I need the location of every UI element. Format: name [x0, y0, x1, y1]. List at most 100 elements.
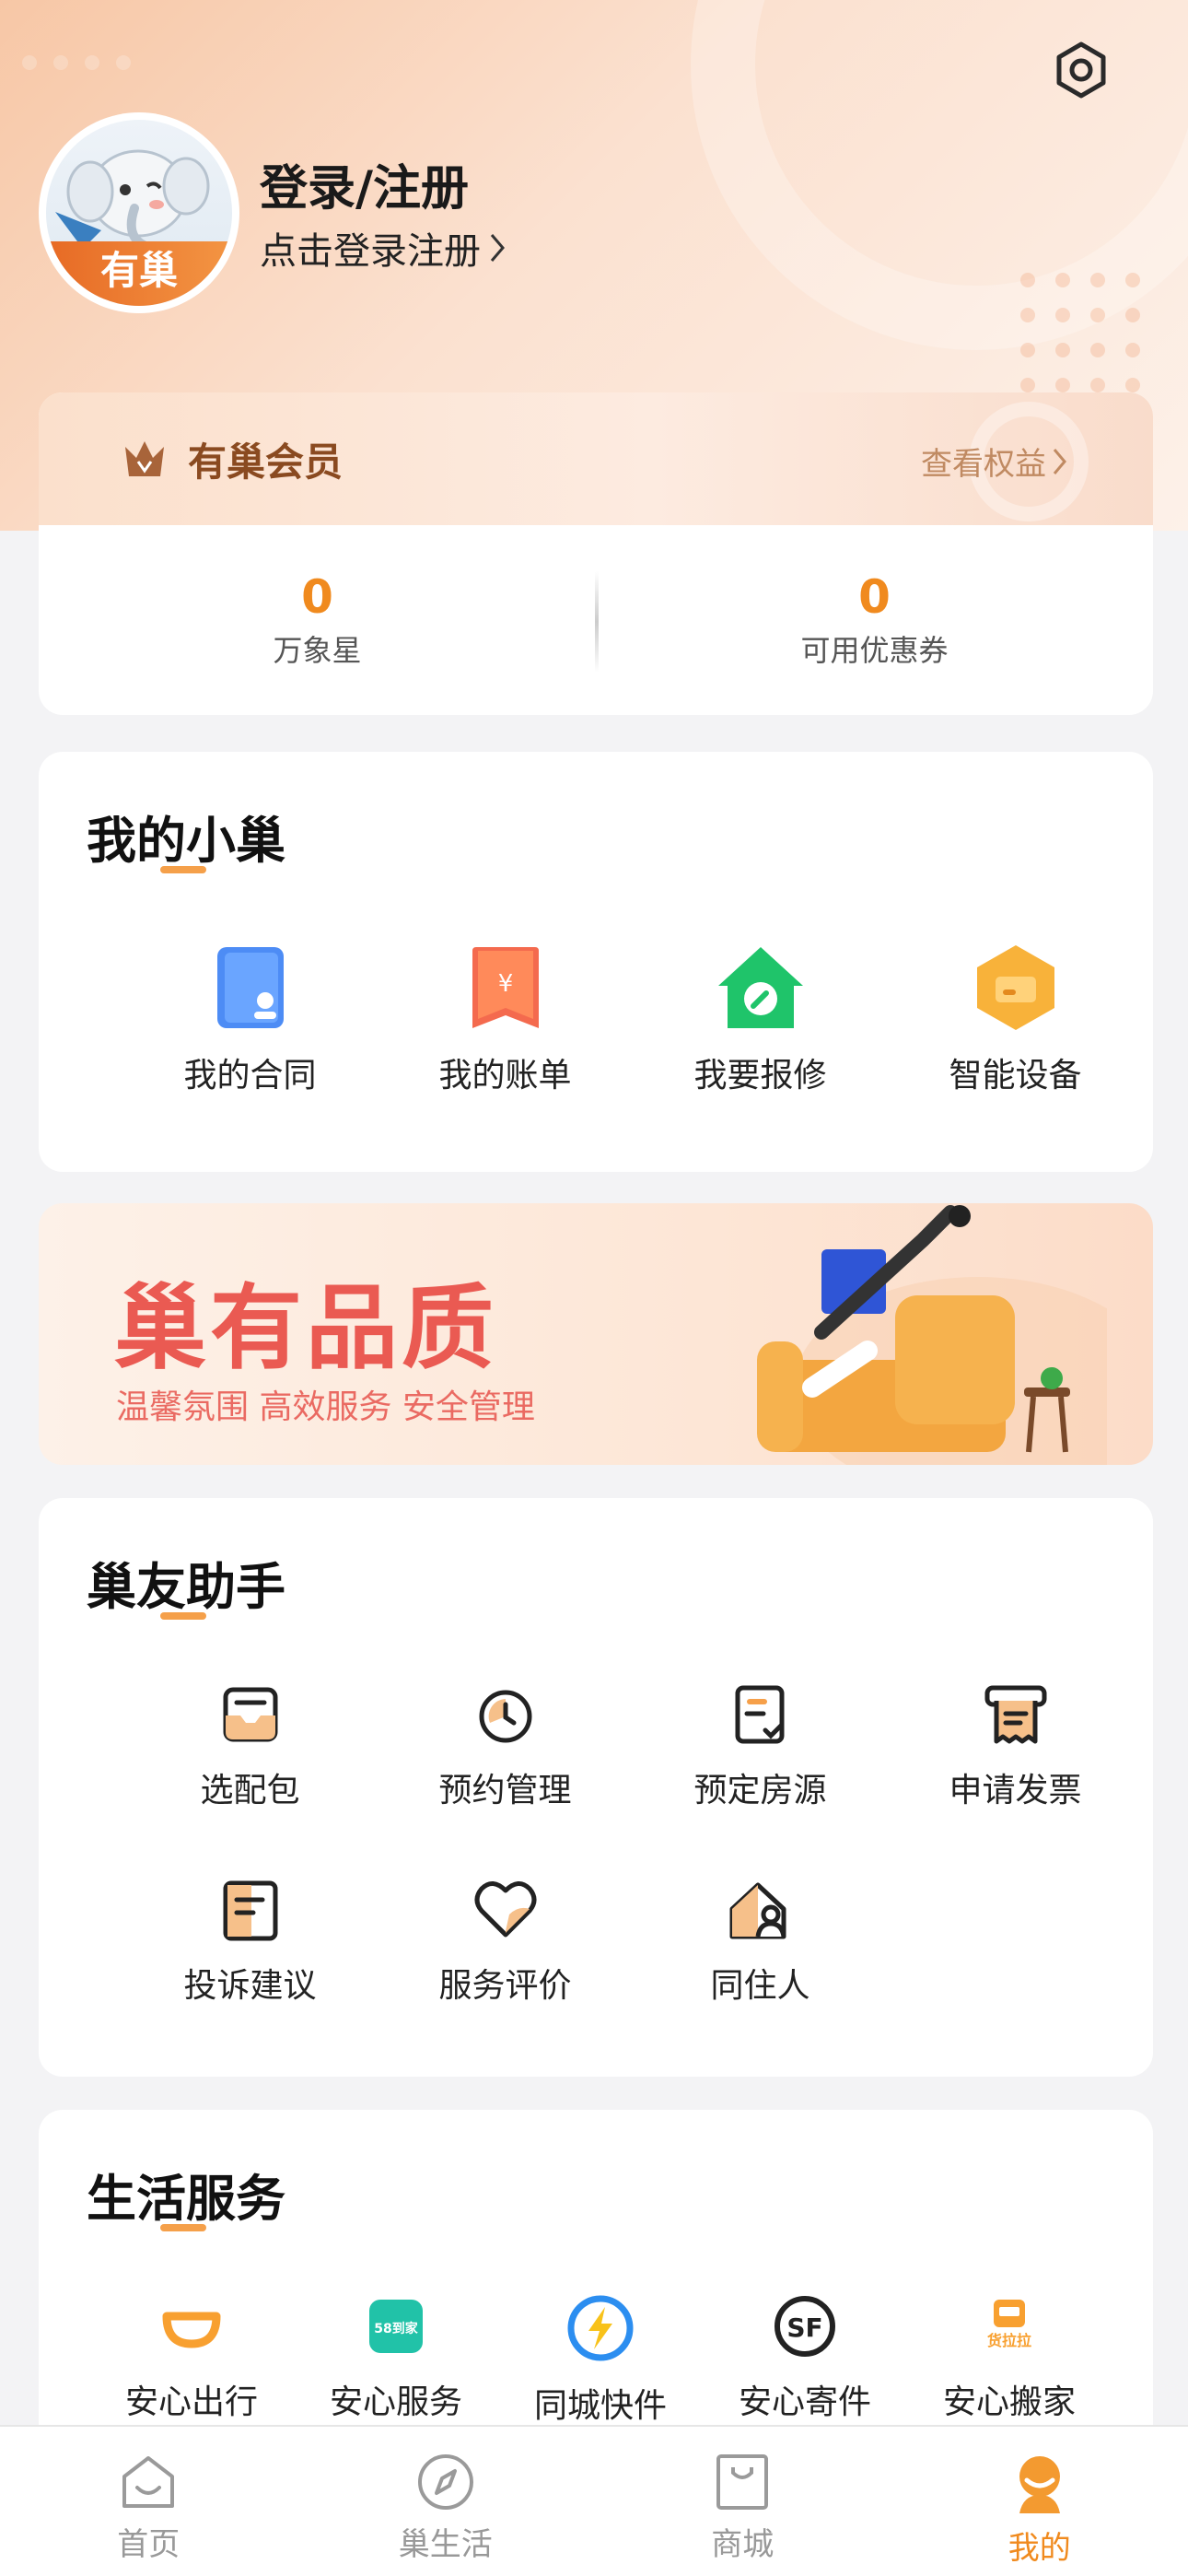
invoice-icon [984, 1685, 1046, 1744]
settings-button[interactable] [1048, 37, 1114, 103]
lalamove-icon: 货拉拉 [987, 2300, 1031, 2349]
svg-text:SF: SF [786, 2313, 822, 2343]
assistant-grid-row2: 投诉建议 服务评价 同住人 [39, 1878, 1153, 2007]
svg-text:货拉拉: 货拉拉 [987, 2332, 1031, 2349]
section-title: 我的小巢 [87, 812, 285, 870]
repair-icon [717, 947, 803, 1028]
item-label: 服务评价 [438, 1967, 572, 2005]
assistant-card: 巢友助手 选配包 预约管理 预定房源 申请发票 投诉建议 服务评价 同住人 [39, 1498, 1153, 2077]
shopping-bag-icon [716, 2454, 769, 2510]
promo-banner[interactable]: 巢有品质 温馨氛围 高效服务 安全管理 [39, 1203, 1153, 1465]
item-label: 安心出行 [124, 2383, 258, 2421]
item-label: 安心服务 [329, 2383, 462, 2421]
heart-icon [474, 1881, 536, 1938]
tab-label: 商城 [711, 2526, 775, 2563]
crown-icon [125, 441, 164, 476]
item-label: 安心寄件 [738, 2383, 871, 2421]
item-package[interactable]: 选配包 [122, 1682, 378, 1811]
login-title[interactable]: 登录/注册 [260, 149, 469, 218]
compass-icon [417, 2454, 473, 2510]
my-nest-grid: 我的合同 ¥ 我的账单 我要报修 智能设备 [39, 943, 1153, 1096]
item-label: 申请发票 [949, 1772, 1082, 1809]
sf-express-icon: SF [775, 2296, 835, 2357]
svg-text:¥: ¥ [497, 970, 513, 998]
item-label: 我要报修 [693, 1057, 827, 1095]
item-lalamove[interactable]: 货拉拉 安心搬家 [907, 2294, 1112, 2427]
stat-value: 0 [858, 570, 891, 624]
item-rating[interactable]: 服务评价 [378, 1878, 633, 2007]
title-underline [160, 2224, 206, 2231]
58-daojia-icon: 58到家 [369, 2300, 423, 2353]
tab-nest-life[interactable]: 巢生活 [297, 2427, 595, 2576]
home-icon [122, 2456, 175, 2508]
settings-icon [1056, 41, 1106, 99]
decor-dots [22, 55, 131, 70]
didi-icon [162, 2312, 221, 2348]
stat-value: 0 [301, 570, 333, 624]
appointment-icon [479, 1690, 531, 1743]
chevron-right-icon [1053, 448, 1066, 474]
roommate-icon [729, 1882, 786, 1939]
sofa-illustration [757, 1205, 1107, 1465]
stat-coupons[interactable]: 0 可用优惠券 [596, 525, 1153, 715]
view-benefits-link[interactable]: 查看权益 [921, 439, 1068, 484]
item-complaint[interactable]: 投诉建议 [122, 1878, 378, 2007]
item-58daojia[interactable]: 58到家 安心服务 [294, 2294, 498, 2427]
life-grid: 安心出行 58到家 安心服务 同城快件 SF 安心寄件 货拉拉 安心搬家 [39, 2294, 1153, 2427]
tab-mall[interactable]: 商城 [594, 2427, 891, 2576]
contract-icon [216, 947, 284, 1028]
bill-icon: ¥ [472, 947, 539, 1028]
avatar[interactable]: 有巢 [39, 112, 239, 313]
divider [595, 571, 599, 673]
banner-subtitle: 温馨氛围 高效服务 安全管理 [116, 1388, 535, 1426]
item-label: 我的合同 [183, 1057, 317, 1095]
avatar-badge: 有巢 [46, 241, 232, 306]
complaint-icon [223, 1880, 277, 1941]
member-stats: 0 万象星 0 可用优惠券 [39, 525, 1153, 715]
member-header: 有巢会员 查看权益 [39, 392, 1153, 525]
item-sf-express[interactable]: SF 安心寄件 [703, 2294, 907, 2427]
item-label: 选配包 [200, 1772, 300, 1809]
title-underline [160, 866, 206, 873]
section-title: 生活服务 [87, 2170, 285, 2228]
section-title: 巢友助手 [87, 1558, 285, 1616]
tab-home[interactable]: 首页 [0, 2427, 297, 2576]
item-label: 智能设备 [949, 1057, 1082, 1095]
item-smart-device[interactable]: 智能设备 [888, 943, 1143, 1096]
item-label: 同住人 [710, 1967, 810, 2005]
assistant-grid: 选配包 预约管理 预定房源 申请发票 [39, 1682, 1153, 1811]
title-underline [160, 1612, 206, 1620]
view-benefits-label: 查看权益 [921, 446, 1046, 483]
item-contract[interactable]: 我的合同 [122, 943, 378, 1096]
member-card: 有巢会员 查看权益 0 万象星 0 可用优惠券 [39, 392, 1153, 715]
item-label: 我的账单 [438, 1057, 572, 1095]
stat-label: 可用优惠券 [800, 633, 949, 668]
login-sub-label: 点击登录注册 [260, 230, 481, 273]
booking-icon [735, 1685, 784, 1744]
chevron-right-icon [490, 234, 505, 262]
banner-title: 巢有品质 [114, 1274, 497, 1382]
item-express[interactable]: 同城快件 [498, 2294, 703, 2427]
package-icon [223, 1687, 277, 1742]
stat-label: 万象星 [273, 633, 362, 668]
item-label: 预定房源 [693, 1772, 827, 1809]
member-title: 有巢会员 [188, 439, 344, 485]
item-invoice[interactable]: 申请发票 [888, 1682, 1143, 1811]
item-didi[interactable]: 安心出行 [89, 2294, 294, 2427]
smart-device-icon [976, 945, 1054, 1030]
tab-mine[interactable]: 我的 [891, 2427, 1188, 2576]
svg-text:58到家: 58到家 [374, 2321, 418, 2336]
bottom-tab-bar: 首页 巢生活 商城 我的 [0, 2425, 1188, 2576]
item-roommate[interactable]: 同住人 [633, 1878, 888, 2007]
item-label: 安心搬家 [942, 2383, 1076, 2421]
item-repair[interactable]: 我要报修 [633, 943, 888, 1096]
stat-stars[interactable]: 0 万象星 [39, 525, 596, 715]
item-label: 同城快件 [533, 2387, 667, 2425]
login-link[interactable]: 点击登录注册 [260, 221, 507, 275]
item-booking[interactable]: 预定房源 [633, 1682, 888, 1811]
item-appointment[interactable]: 预约管理 [378, 1682, 633, 1811]
my-nest-card: 我的小巢 我的合同 ¥ 我的账单 我要报修 智能设备 [39, 752, 1153, 1172]
tab-label: 首页 [117, 2526, 181, 2563]
item-bill[interactable]: ¥ 我的账单 [378, 943, 633, 1096]
express-icon [567, 2295, 634, 2361]
